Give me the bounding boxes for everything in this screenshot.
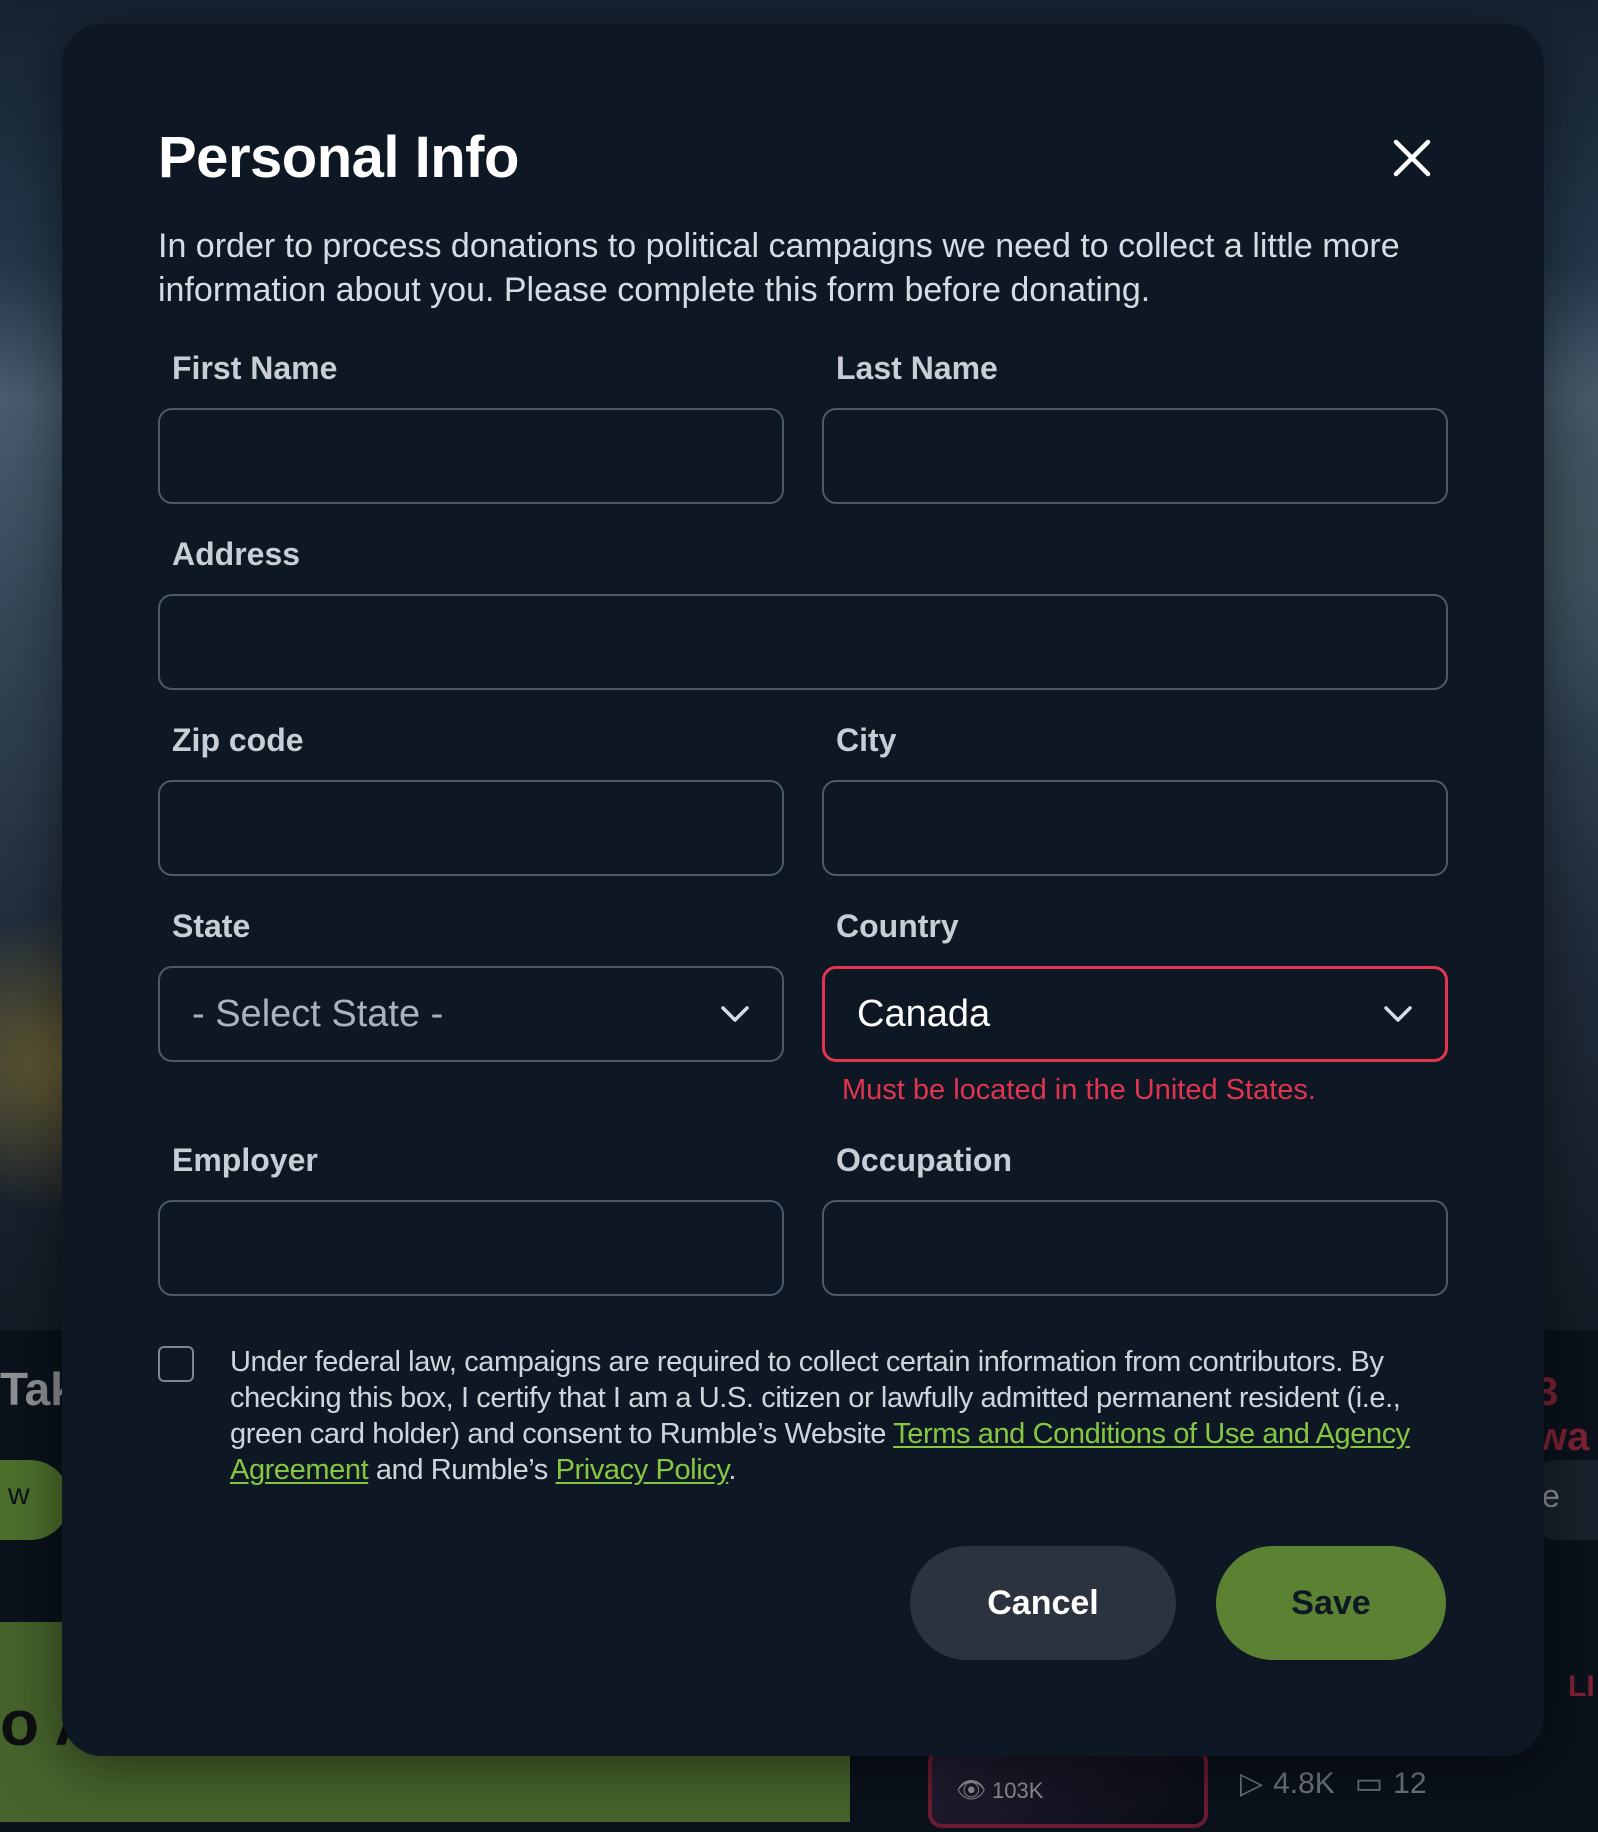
personal-info-dialog: Personal Info In order to process donati…: [62, 24, 1544, 1756]
dialog-description: In order to process donations to politic…: [158, 227, 1400, 309]
state-label: State: [172, 908, 251, 944]
address-input[interactable]: [158, 594, 1448, 690]
last-name-label: Last Name: [836, 350, 998, 386]
country-error-message: Must be located in the United States.: [842, 1074, 1316, 1106]
consent-text: Under federal law, campaigns are require…: [230, 1346, 1410, 1486]
privacy-policy-link[interactable]: Privacy Policy: [556, 1454, 729, 1486]
employer-input[interactable]: [158, 1200, 784, 1296]
country-select-value: Canada: [857, 992, 991, 1035]
chevron-down-icon: [721, 1006, 749, 1022]
city-input[interactable]: [822, 780, 1448, 876]
chevron-down-icon: [1384, 1006, 1412, 1022]
country-label: Country: [836, 908, 959, 944]
cancel-button[interactable]: Cancel: [910, 1546, 1176, 1660]
close-button[interactable]: [1376, 122, 1448, 194]
zip-code-input[interactable]: [158, 780, 784, 876]
occupation-label: Occupation: [836, 1142, 1013, 1178]
save-button[interactable]: Save: [1216, 1546, 1446, 1660]
occupation-input[interactable]: [822, 1200, 1448, 1296]
country-select[interactable]: Canada: [822, 966, 1448, 1062]
state-select[interactable]: - Select State -: [158, 966, 784, 1062]
address-label: Address: [172, 536, 301, 572]
first-name-input[interactable]: [158, 408, 784, 504]
consent-checkbox[interactable]: [158, 1346, 194, 1382]
close-icon: [1393, 139, 1431, 177]
last-name-input[interactable]: [822, 408, 1448, 504]
first-name-label: First Name: [172, 350, 338, 386]
state-select-value: - Select State -: [192, 992, 444, 1035]
city-label: City: [836, 722, 897, 758]
employer-label: Employer: [172, 1142, 318, 1178]
zip-code-label: Zip code: [172, 722, 304, 758]
dialog-title: Personal Info: [158, 125, 519, 190]
